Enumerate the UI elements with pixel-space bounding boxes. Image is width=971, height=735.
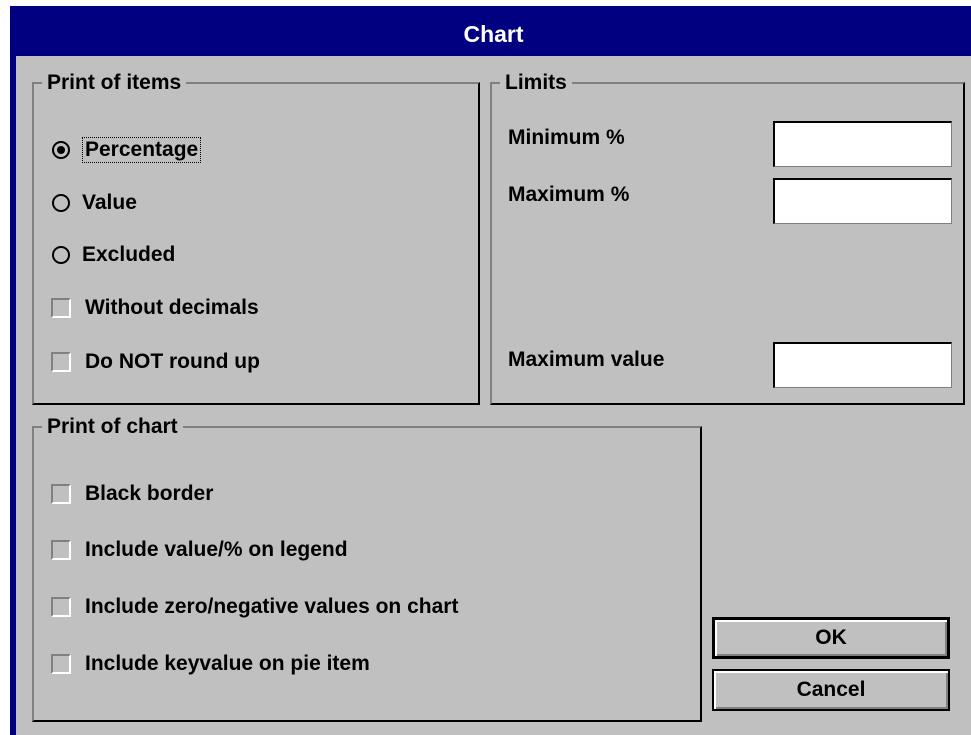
checkbox-include-keyvalue-pie[interactable]: Include keyvalue on pie item <box>51 648 370 680</box>
radio-percentage[interactable]: Percentage <box>52 134 202 166</box>
checkbox-icon <box>51 654 71 674</box>
checkbox-black-border[interactable]: Black border <box>51 478 213 510</box>
radio-unselected-icon <box>52 194 70 212</box>
cancel-button[interactable]: Cancel <box>712 669 950 711</box>
minimum-percent-label: Minimum % <box>508 126 625 149</box>
checkbox-icon <box>51 352 71 372</box>
print-of-items-title: Print of items <box>42 70 187 96</box>
radio-value[interactable]: Value <box>52 187 137 219</box>
checkbox-include-zero-negative[interactable]: Include zero/negative values on chart <box>51 591 458 623</box>
checkbox-icon <box>51 540 71 560</box>
maximum-value-label: Maximum value <box>508 348 665 371</box>
checkbox-without-decimals[interactable]: Without decimals <box>51 292 259 324</box>
print-of-chart-title: Print of chart <box>42 414 183 440</box>
print-of-chart-group: Print of chart Black border Include valu… <box>32 414 702 722</box>
maximum-value-input[interactable] <box>773 342 952 388</box>
radio-selected-icon <box>52 141 70 159</box>
chart-dialog: Chart Print of items Percentage Value Ex… <box>10 6 971 735</box>
checkbox-do-not-round-up[interactable]: Do NOT round up <box>51 346 260 378</box>
checkbox-icon <box>51 298 71 318</box>
checkbox-include-keyvalue-pie-label: Include keyvalue on pie item <box>85 652 370 675</box>
ok-button[interactable]: OK <box>712 617 950 659</box>
radio-excluded-label: Excluded <box>82 243 176 266</box>
limits-title: Limits <box>500 70 572 96</box>
checkbox-without-decimals-label: Without decimals <box>85 296 259 319</box>
checkbox-do-not-round-up-label: Do NOT round up <box>85 350 260 373</box>
radio-excluded[interactable]: Excluded <box>52 239 175 271</box>
checkbox-icon <box>51 484 71 504</box>
checkbox-icon <box>51 597 71 617</box>
maximum-percent-label: Maximum % <box>508 183 630 206</box>
radio-value-label: Value <box>82 191 137 214</box>
print-of-items-group: Print of items Percentage Value Excluded… <box>32 70 480 405</box>
checkbox-include-value-on-legend[interactable]: Include value/% on legend <box>51 534 348 566</box>
checkbox-black-border-label: Black border <box>85 482 214 505</box>
maximum-percent-input[interactable] <box>773 178 952 224</box>
window-title: Chart <box>16 12 971 56</box>
minimum-percent-input[interactable] <box>773 121 952 167</box>
checkbox-include-value-on-legend-label: Include value/% on legend <box>85 538 348 561</box>
checkbox-include-zero-negative-label: Include zero/negative values on chart <box>85 595 459 618</box>
limits-group: Limits Minimum % Maximum % Maximum value <box>490 70 965 405</box>
radio-unselected-icon <box>52 246 70 264</box>
radio-percentage-label: Percentage <box>82 137 202 163</box>
